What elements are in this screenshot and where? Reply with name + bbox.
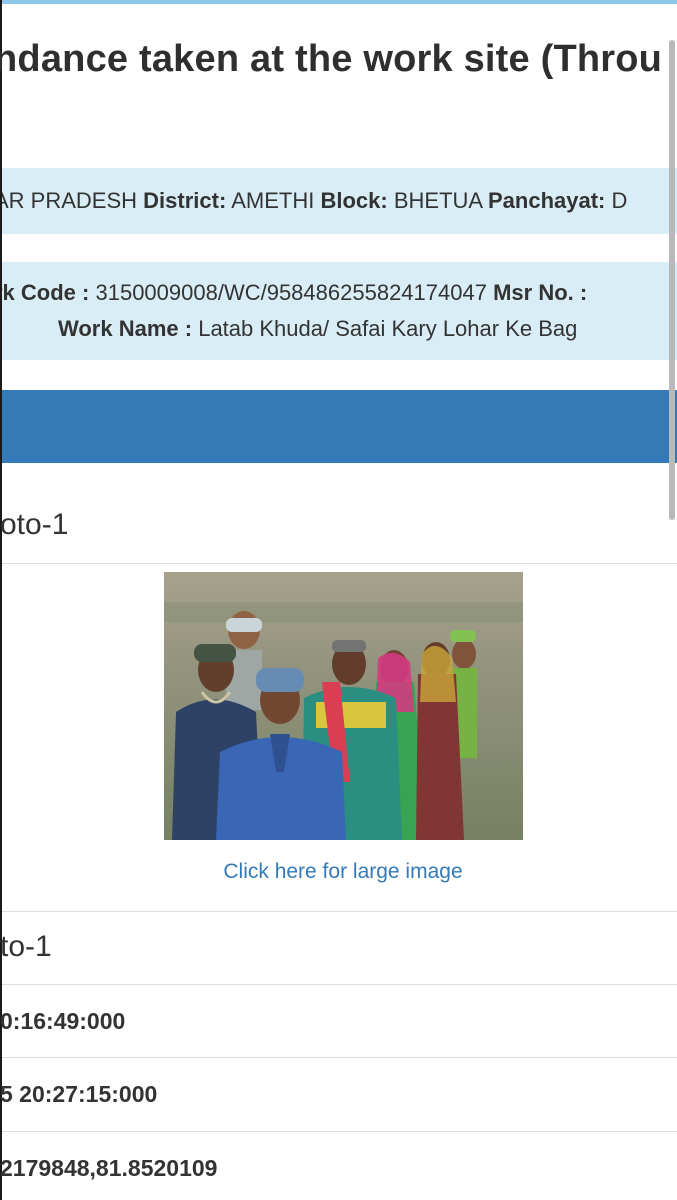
divider <box>2 1131 677 1132</box>
top-accent-line <box>0 0 677 4</box>
work-info-box: rk Code : 3150009008/WC/9584862558241740… <box>2 262 677 360</box>
table-header-bar <box>2 390 677 463</box>
time-value-2: 5 20:27:15:000 <box>0 1081 158 1107</box>
divider <box>2 911 677 912</box>
worksite-photo-graphic <box>164 572 523 840</box>
work-name-label: Work Name : <box>58 316 193 341</box>
block-value: BHETUA <box>393 188 482 213</box>
divider <box>2 984 677 985</box>
vertical-scrollbar[interactable] <box>669 40 675 520</box>
panchayat-value: D <box>611 188 628 213</box>
divider <box>2 563 677 564</box>
location-info-box: AR PRADESH District: AMETHI Block: BHETU… <box>2 168 677 234</box>
state-value: AR PRADESH <box>2 188 138 213</box>
photo-detail-label: to-1 <box>0 930 52 963</box>
district-value: AMETHI <box>231 188 315 213</box>
page-title: ndance taken at the work site (Throu <box>0 38 663 80</box>
block-label: Block: <box>320 188 388 213</box>
work-name-value: Latab Khuda/ Safai Kary Lohar Ke Bag <box>198 316 578 341</box>
work-code-label: rk Code : <box>2 280 90 305</box>
work-code-value: 3150009008/WC/958486255824174047 <box>95 280 487 305</box>
photo-section-title: oto-1 <box>0 508 69 541</box>
msr-label: Msr No. : <box>493 280 588 305</box>
large-image-link[interactable]: Click here for large image <box>0 860 677 884</box>
panchayat-label: Panchayat: <box>487 188 606 213</box>
divider <box>2 1057 677 1058</box>
coordinates-value: 2179848,81.8520109 <box>0 1155 218 1181</box>
district-label: District: <box>143 188 227 213</box>
time-value-1: 0:16:49:000 <box>0 1008 126 1034</box>
worksite-photo[interactable] <box>164 572 523 840</box>
